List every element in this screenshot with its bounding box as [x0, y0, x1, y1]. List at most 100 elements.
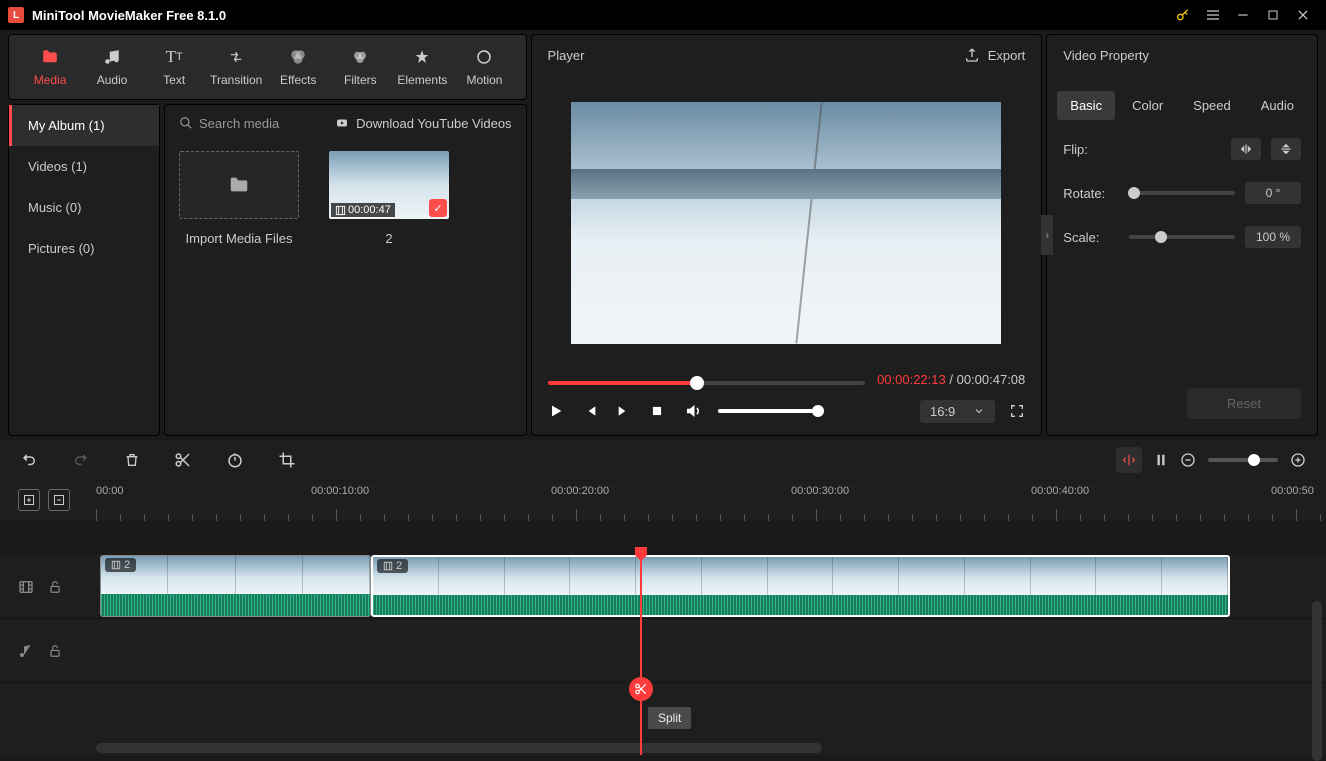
media-zone: Search media Download YouTube Videos Imp… [164, 104, 527, 436]
sidebar-item-music[interactable]: Music (0) [9, 187, 159, 228]
split-scissors-icon[interactable] [629, 677, 653, 701]
reset-button[interactable]: Reset [1187, 388, 1301, 419]
proptab-speed[interactable]: Speed [1180, 91, 1244, 120]
minimize-button[interactable] [1228, 0, 1258, 30]
volume-button[interactable] [684, 402, 704, 420]
player-panel: Player Export 00:00:22:13 / 00:00:47:08 [531, 34, 1043, 436]
add-track-button[interactable] [18, 489, 40, 511]
clip-badge-text: 2 [124, 559, 130, 571]
export-label: Export [988, 48, 1026, 63]
player-title: Player [548, 48, 585, 63]
proptab-color[interactable]: Color [1119, 91, 1176, 120]
maximize-button[interactable] [1258, 0, 1288, 30]
scale-knob[interactable] [1155, 231, 1167, 243]
fullscreen-button[interactable] [1009, 403, 1025, 419]
upgrade-key-icon[interactable] [1168, 0, 1198, 30]
audio-track-body[interactable] [96, 619, 1326, 682]
tab-elements[interactable]: Elements [391, 41, 453, 93]
video-track-body[interactable]: 2 2 [96, 555, 1326, 618]
redo-button[interactable] [72, 451, 90, 469]
tab-audio[interactable]: Audio [81, 41, 143, 93]
scrub-bar[interactable] [548, 381, 866, 385]
download-youtube-link[interactable]: Download YouTube Videos [334, 116, 511, 131]
flip-horizontal-button[interactable] [1231, 138, 1261, 160]
media-grid: Import Media Files 00:00:47 ✓ 2 [165, 141, 526, 256]
audio-track [0, 619, 1326, 683]
timeline-clip-selected[interactable]: 2 [371, 555, 1230, 617]
remove-track-button[interactable] [48, 489, 70, 511]
media-clip-tile[interactable]: 00:00:47 ✓ 2 [329, 151, 449, 246]
timeline-vscrollbar[interactable] [1312, 601, 1322, 761]
clip-thumbnail: 00:00:47 ✓ [329, 151, 449, 219]
flip-vertical-button[interactable] [1271, 138, 1301, 160]
autofit-button[interactable] [1116, 447, 1142, 473]
speed-button[interactable] [226, 451, 244, 469]
proptab-basic[interactable]: Basic [1057, 91, 1115, 120]
tab-label: Elements [397, 73, 447, 87]
split-button[interactable] [174, 451, 192, 469]
close-button[interactable] [1288, 0, 1318, 30]
rotate-value[interactable]: 0 ° [1245, 182, 1301, 204]
snap-button[interactable] [1154, 451, 1168, 469]
playhead[interactable]: Split [640, 555, 642, 755]
lock-icon[interactable] [48, 580, 62, 594]
tab-effects[interactable]: Effects [267, 41, 329, 93]
scale-slider[interactable] [1129, 235, 1235, 239]
property-panel: › Video Property Basic Color Speed Audio… [1046, 34, 1318, 436]
crop-button[interactable] [278, 451, 296, 469]
proptab-audio[interactable]: Audio [1248, 91, 1307, 120]
hscroll-thumb[interactable] [96, 743, 822, 753]
track-header [0, 579, 96, 595]
tab-filters[interactable]: Filters [329, 41, 391, 93]
play-button[interactable] [548, 403, 568, 419]
timeline-hscrollbar[interactable] [96, 743, 1306, 753]
time-current: 00:00:22:13 [877, 372, 946, 387]
prev-frame-button[interactable] [582, 403, 602, 419]
sidebar-label: Videos (1) [28, 159, 87, 174]
track-header [0, 643, 96, 659]
scrub-knob[interactable] [690, 376, 704, 390]
sidebar-item-pictures[interactable]: Pictures (0) [9, 228, 159, 269]
sidebar-label: My Album (1) [28, 118, 105, 133]
collapse-panel-button[interactable]: › [1041, 215, 1053, 255]
zoom-knob[interactable] [1248, 454, 1260, 466]
menu-icon[interactable] [1198, 0, 1228, 30]
rotate-knob[interactable] [1128, 187, 1140, 199]
zoom-slider[interactable] [1208, 458, 1278, 462]
zoom-in-button[interactable] [1290, 452, 1306, 468]
stop-button[interactable] [650, 404, 670, 418]
tab-motion[interactable]: Motion [453, 41, 515, 93]
zoom-out-button[interactable] [1180, 452, 1196, 468]
delete-button[interactable] [124, 451, 140, 469]
volume-slider[interactable] [718, 409, 818, 413]
preview-canvas[interactable] [571, 102, 1001, 344]
app-logo-icon: L [8, 7, 24, 23]
tab-transition[interactable]: Transition [205, 41, 267, 93]
tab-media[interactable]: Media [19, 41, 81, 93]
scale-value[interactable]: 100 % [1245, 226, 1301, 248]
property-rows: Flip: Rotate: 0 ° Scale: 100 % [1047, 120, 1317, 266]
import-box [179, 151, 299, 219]
timeline-clip[interactable]: 2 [100, 555, 371, 617]
export-icon [964, 47, 980, 63]
tab-text[interactable]: TT Text [143, 41, 205, 93]
timeline-tracks: Split 2 2 [0, 555, 1326, 755]
volume-knob[interactable] [812, 405, 824, 417]
lock-icon[interactable] [48, 644, 62, 658]
timeline-ruler[interactable]: 00:00 00:00:10:00 00:00:20:00 00:00:30:0… [0, 481, 1326, 521]
import-media-tile[interactable]: Import Media Files [179, 151, 299, 246]
aspect-ratio-select[interactable]: 16:9 [920, 400, 995, 423]
next-frame-button[interactable] [616, 403, 636, 419]
rotate-slider[interactable] [1129, 191, 1235, 195]
title-bar: L MiniTool MovieMaker Free 8.1.0 [0, 0, 1326, 30]
sidebar-item-videos[interactable]: Videos (1) [9, 146, 159, 187]
undo-button[interactable] [20, 451, 38, 469]
tab-label: Media [34, 73, 67, 87]
search-input[interactable]: Search media [179, 116, 324, 131]
timeline-toolbar [0, 440, 1326, 480]
duration-text: 00:00:47 [348, 204, 391, 216]
sidebar-item-myalbum[interactable]: My Album (1) [9, 105, 159, 146]
elements-icon [414, 47, 430, 67]
export-button[interactable]: Export [964, 47, 1026, 63]
clip-duration-badge: 00:00:47 [331, 203, 395, 217]
